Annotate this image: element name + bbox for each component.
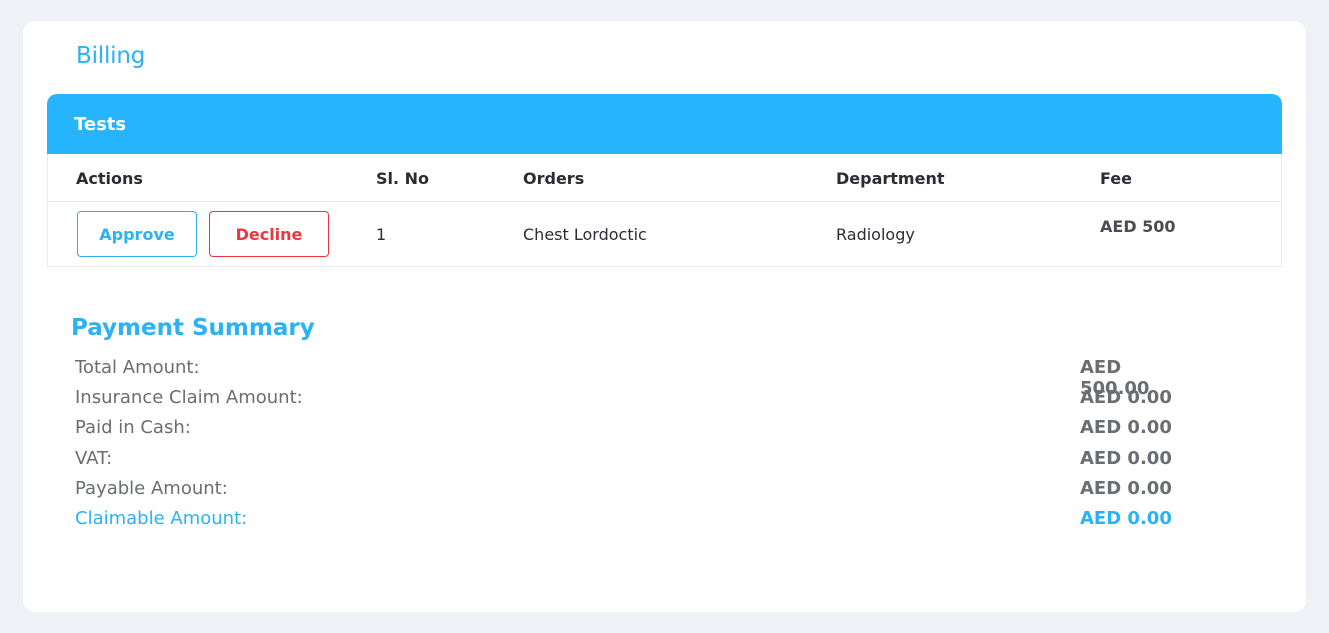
summary-label: Claimable Amount: xyxy=(75,508,248,529)
cell-order: Chest Lordoctic xyxy=(523,225,647,244)
column-header-orders: Orders xyxy=(523,169,585,188)
summary-value: AED 0.00 xyxy=(1080,448,1172,469)
payment-summary-title: Payment Summary xyxy=(71,315,315,341)
tests-table: Actions Sl. No Orders Department Fee App… xyxy=(47,154,1282,267)
summary-label: Insurance Claim Amount: xyxy=(75,387,303,408)
column-header-department: Department xyxy=(836,169,945,188)
summary-value: AED 0.00 xyxy=(1080,478,1172,499)
summary-row-claimable-amount: Claimable Amount: AED 0.00 xyxy=(75,508,1185,536)
column-header-fee: Fee xyxy=(1100,169,1132,188)
decline-button[interactable]: Decline xyxy=(209,211,329,257)
summary-label: VAT: xyxy=(75,448,113,469)
summary-value: AED 0.00 xyxy=(1080,508,1172,529)
summary-label: Payable Amount: xyxy=(75,478,228,499)
cell-sl-no: 1 xyxy=(376,225,387,244)
column-header-actions: Actions xyxy=(76,169,143,188)
table-header-row: Actions Sl. No Orders Department Fee xyxy=(48,154,1281,202)
page-title: Billing xyxy=(76,43,146,69)
summary-row-paid-in-cash: Paid in Cash: AED 0.00 xyxy=(75,417,1185,445)
summary-row-payable-amount: Payable Amount: AED 0.00 xyxy=(75,478,1185,506)
column-header-sl-no: Sl. No xyxy=(376,169,430,188)
tests-header: Tests xyxy=(47,94,1282,154)
summary-row-insurance-claim: Insurance Claim Amount: AED 0.00 xyxy=(75,387,1185,415)
tests-panel: Tests Actions Sl. No Orders Department F… xyxy=(47,94,1282,267)
summary-label: Paid in Cash: xyxy=(75,417,191,438)
summary-label: Total Amount: xyxy=(75,357,200,378)
summary-row-vat: VAT: AED 0.00 xyxy=(75,448,1185,476)
cell-department: Radiology xyxy=(836,225,915,244)
approve-button[interactable]: Approve xyxy=(77,211,197,257)
summary-row-total-amount: Total Amount: AED 500.00 xyxy=(75,357,1185,399)
cell-fee: AED 500 xyxy=(1100,217,1176,236)
summary-value: AED 0.00 xyxy=(1080,417,1172,438)
summary-value: AED 0.00 xyxy=(1080,387,1172,408)
billing-card: Billing Tests Actions Sl. No Orders Depa… xyxy=(23,21,1306,612)
table-row: Approve Decline 1 Chest Lordoctic Radiol… xyxy=(48,202,1281,266)
